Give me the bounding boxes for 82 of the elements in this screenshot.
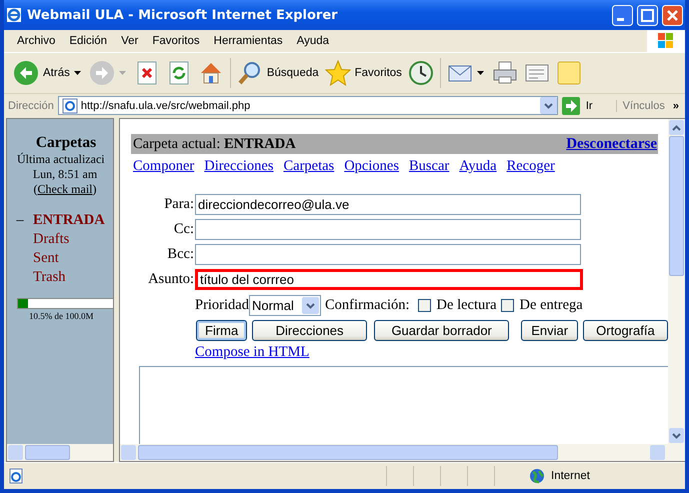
- form-button[interactable]: Ortografía: [582, 320, 668, 341]
- input-field[interactable]: [195, 244, 581, 265]
- toolbar-button[interactable]: Favoritos: [322, 58, 405, 88]
- nav-link[interactable]: Direcciones: [204, 158, 274, 175]
- printer-icon: [492, 60, 518, 86]
- toolbar-label: Búsqueda: [266, 67, 319, 79]
- dropdown-icon: [302, 297, 319, 314]
- horizontal-scrollbar[interactable]: [120, 444, 685, 461]
- input-field[interactable]: [195, 219, 581, 240]
- dropdown-icon[interactable]: [540, 97, 557, 114]
- toolbar-label: Favoritos: [354, 67, 402, 79]
- horizontal-scrollbar[interactable]: [7, 444, 113, 461]
- priority-label: Prioridad: [195, 297, 249, 314]
- browser-icon: [6, 7, 22, 23]
- nav-link[interactable]: Recoger: [506, 158, 555, 175]
- maximize-icon[interactable]: [637, 4, 658, 26]
- confirmation-label: Confirmación:: [324, 297, 410, 314]
- sidebar-title: Carpetas: [34, 134, 98, 152]
- star-icon: [324, 60, 351, 86]
- folder-link[interactable]: Sent: [33, 249, 59, 268]
- priority-select[interactable]: Normal: [248, 295, 321, 316]
- form-button[interactable]: Guardar borrador: [374, 320, 510, 341]
- folder-link[interactable]: Trash: [33, 268, 66, 287]
- menu-item[interactable]: Herramientas: [206, 35, 290, 47]
- more-chevron[interactable]: »: [672, 100, 679, 112]
- vertical-scrollbar[interactable]: [668, 119, 685, 444]
- input-field[interactable]: título del corrreo: [195, 269, 583, 290]
- caret-icon[interactable]: [476, 71, 484, 75]
- input-field[interactable]: direcciondecorreo@ula.ve: [195, 194, 581, 215]
- form-button[interactable]: Firma: [196, 320, 248, 341]
- nav-link[interactable]: Opciones: [344, 158, 399, 175]
- field-label: Cc:: [172, 221, 195, 238]
- check-mail-link[interactable]: Check mail: [38, 182, 92, 196]
- close-icon[interactable]: [662, 4, 683, 26]
- form-button[interactable]: Direcciones: [252, 320, 367, 341]
- quota-reading: 10.5% de 100.0M: [29, 311, 94, 321]
- checkbox-label: De entrega: [520, 297, 583, 314]
- last-update-time: Lun, 8:51 am: [32, 167, 98, 182]
- page-icon: [8, 468, 24, 484]
- links-label[interactable]: Vínculos: [616, 100, 665, 112]
- search-icon: [236, 60, 263, 86]
- toolbar-button[interactable]: Búsqueda: [234, 58, 322, 88]
- nav-link[interactable]: Carpetas: [283, 158, 334, 175]
- menu-item[interactable]: Ver: [114, 35, 146, 47]
- logout-link[interactable]: Desconectarse: [566, 136, 657, 152]
- menu-item[interactable]: Favoritos: [145, 35, 207, 47]
- form-button[interactable]: Enviar: [521, 320, 578, 341]
- checkbox[interactable]: [418, 299, 431, 312]
- parenthesis: ): [92, 182, 96, 196]
- nav-link[interactable]: Buscar: [408, 158, 450, 175]
- folder-link[interactable]: ENTRADA: [33, 211, 105, 230]
- menu-item[interactable]: Ayuda: [290, 35, 336, 47]
- field-label: Asunto:: [147, 271, 195, 288]
- menu-item[interactable]: Edición: [62, 35, 114, 47]
- zone-label: Internet: [551, 470, 591, 482]
- globe-icon: [529, 468, 545, 484]
- checkbox-label: De lectura: [436, 297, 497, 314]
- caret-icon[interactable]: [74, 71, 81, 75]
- collapse-toggle[interactable]: –: [16, 212, 24, 228]
- window-title: Webmail ULA - Microsoft Internet Explorer: [27, 8, 339, 22]
- address-field[interactable]: http://snafu.ula.ve/src/webmail.php: [58, 96, 558, 115]
- last-update-label: Última actualizaci: [16, 152, 106, 167]
- address-label: Dirección: [8, 100, 54, 112]
- minimize-icon[interactable]: [612, 4, 633, 26]
- checkbox[interactable]: [500, 299, 514, 312]
- toolbar-button[interactable]: Atrás: [10, 58, 73, 88]
- scroll-down-icon[interactable]: [672, 432, 681, 438]
- parenthesis: (: [34, 182, 38, 196]
- field-label: Bcc:: [166, 246, 195, 263]
- go-button[interactable]: Ir: [562, 96, 614, 114]
- compose-html-link[interactable]: Compose in HTML: [195, 344, 310, 361]
- scroll-up-icon[interactable]: [672, 124, 681, 130]
- field-label: Para:: [163, 196, 195, 213]
- current-folder: Carpeta actual: ENTRADA: [133, 136, 296, 152]
- page-icon: [62, 98, 78, 114]
- clock-icon: [408, 60, 434, 86]
- menu-item[interactable]: Archivo: [10, 35, 62, 47]
- nav-link[interactable]: Componer: [133, 158, 194, 175]
- nav-link[interactable]: Ayuda: [459, 158, 497, 175]
- folder-link[interactable]: Drafts: [33, 230, 70, 249]
- note-icon: [556, 60, 582, 86]
- toolbar-label: Atrás: [43, 67, 70, 79]
